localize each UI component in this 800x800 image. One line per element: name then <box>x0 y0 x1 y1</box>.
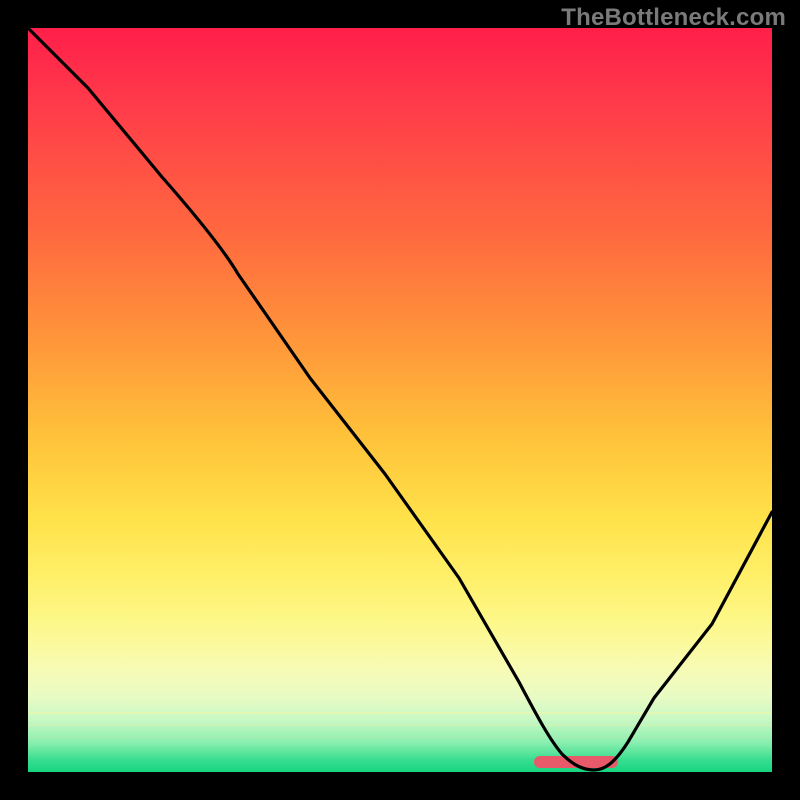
plot-area <box>28 28 772 772</box>
chart-frame: TheBottleneck.com <box>0 0 800 800</box>
watermark-text: TheBottleneck.com <box>561 4 786 32</box>
bottleneck-curve <box>28 28 772 772</box>
